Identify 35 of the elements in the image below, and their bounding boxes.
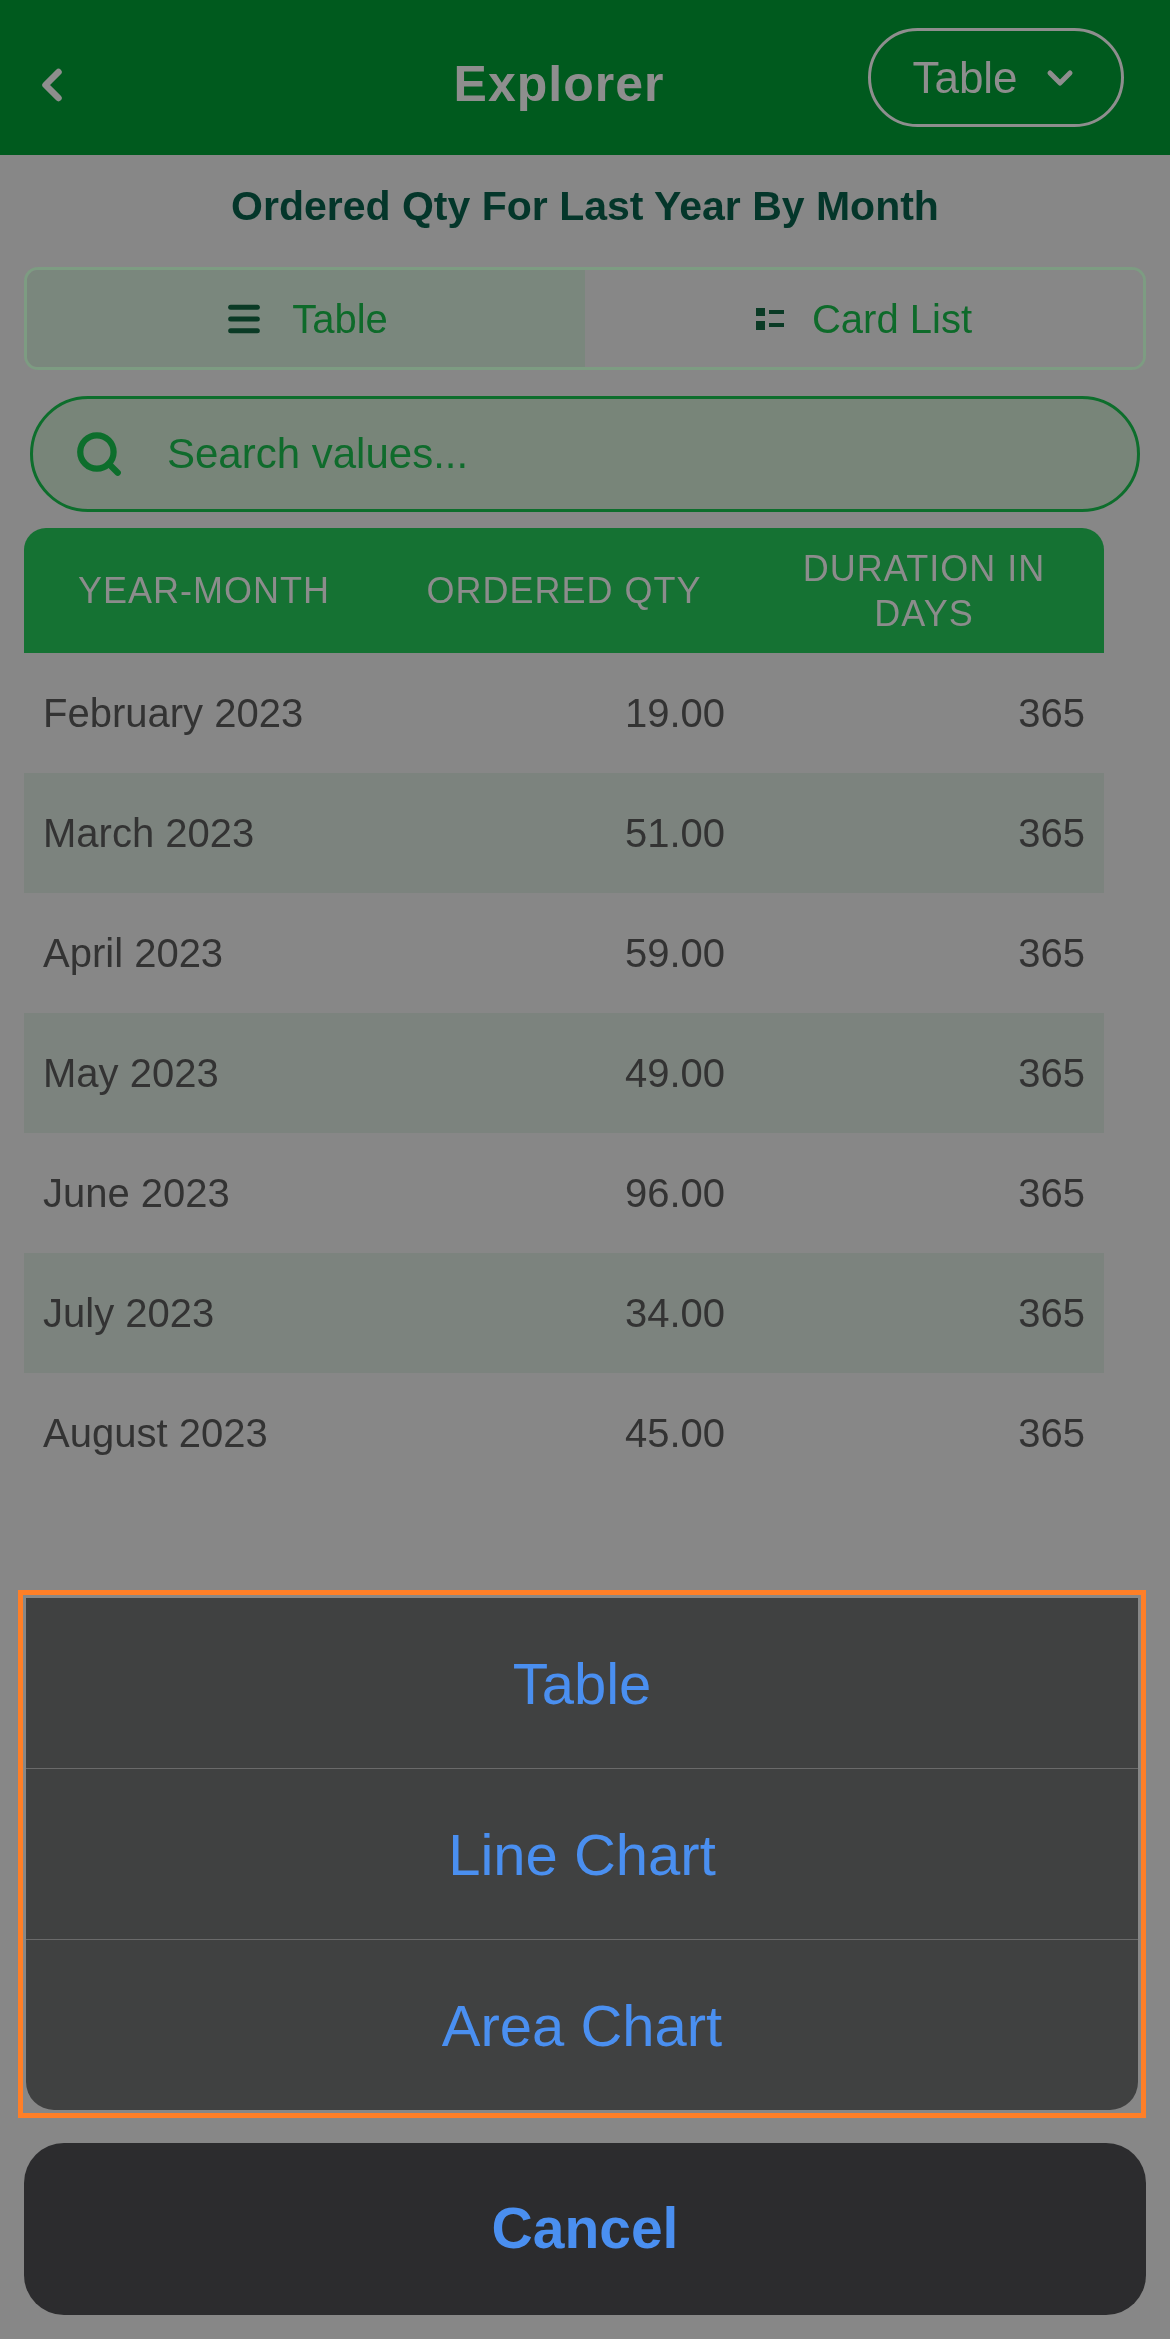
table-cell-text: 365 <box>1018 1050 1085 1097</box>
table-cell-text: March 2023 <box>43 810 255 857</box>
table-cell-text: 365 <box>1018 1410 1085 1457</box>
table-cell-text: 96.00 <box>624 1170 725 1217</box>
chart-subtitle: Ordered Qty For Last Year By Month <box>231 182 939 232</box>
table-cell-text: 49.00 <box>624 1050 725 1097</box>
action-sheet-option[interactable]: Table <box>26 1598 1138 1768</box>
table-cell-text: August 2023 <box>43 1410 268 1457</box>
card-list-icon <box>755 307 784 330</box>
action-sheet-option[interactable]: Line Chart <box>26 1769 1138 1939</box>
column-header: YEAR-MONTH <box>78 569 330 613</box>
table-cell-text: 365 <box>1018 810 1085 857</box>
search-icon <box>74 429 124 479</box>
table-cell-text: 365 <box>1018 690 1085 737</box>
column-header: DURATION IN DAYS <box>801 546 1047 636</box>
table-cell-text: April 2023 <box>43 930 224 977</box>
table-cell-text: June 2023 <box>43 1170 230 1217</box>
page-title: Explorer <box>453 55 665 114</box>
table-cell-text: February 2023 <box>43 690 304 737</box>
action-sheet-option[interactable]: Area Chart <box>26 1940 1138 2110</box>
table-cell-text: 51.00 <box>624 810 725 857</box>
table-cell-text: 19.00 <box>624 690 725 737</box>
table-cell-text: 45.00 <box>624 1410 725 1457</box>
table-cell-text: May 2023 <box>43 1050 219 1097</box>
table-cell-text: 365 <box>1018 930 1085 977</box>
table-cell-text: July 2023 <box>43 1290 215 1337</box>
cancel-button[interactable]: Cancel <box>24 2143 1146 2315</box>
search-field[interactable]: Search values... <box>30 396 1140 512</box>
view-dropdown[interactable]: Table <box>868 28 1124 127</box>
table-cell-text: 34.00 <box>624 1290 725 1337</box>
table-cell-text: 59.00 <box>624 930 725 977</box>
view-tab[interactable]: Table <box>27 270 585 367</box>
table-cell-text: 365 <box>1018 1170 1085 1217</box>
table-cell-text: 365 <box>1018 1290 1085 1337</box>
column-header: ORDERED QTY <box>426 569 702 613</box>
